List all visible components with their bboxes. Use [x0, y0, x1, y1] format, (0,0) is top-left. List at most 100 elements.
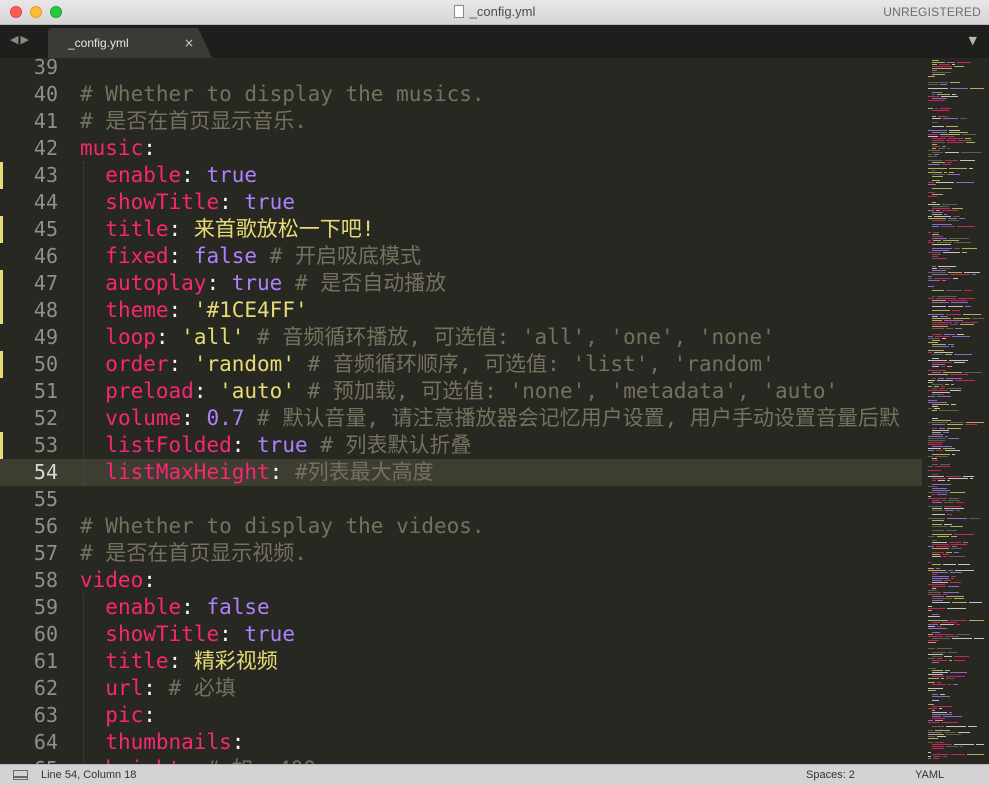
code-token: : [181, 163, 207, 187]
minimap-line [958, 732, 970, 733]
line-number[interactable]: 59 [0, 594, 58, 621]
triangle-left-icon[interactable]: ◀ [10, 33, 20, 46]
minimap-line [932, 454, 950, 455]
code-line[interactable]: listMaxHeight: #列表最大高度 [80, 459, 433, 486]
minimap-line [932, 266, 936, 267]
line-number[interactable]: 49 [0, 324, 58, 351]
line-number[interactable]: 42 [0, 135, 58, 162]
minimap-line [928, 738, 938, 739]
code-line[interactable]: enable: true [80, 162, 257, 189]
line-number[interactable]: 43 [0, 162, 58, 189]
minimap-line [957, 334, 964, 335]
code-editor[interactable]: 39 40 41 42 43 44 45 46 47 48 49 50 51 52 53 54 55 56 57 58… [0, 58, 989, 764]
line-number[interactable]: 40 [0, 81, 58, 108]
line-number[interactable]: 61 [0, 648, 58, 675]
tab-config-yml[interactable]: _config.yml × [48, 28, 212, 58]
minimap-line [932, 578, 949, 579]
minimap-line [932, 258, 947, 259]
line-number[interactable]: 63 [0, 702, 58, 729]
line-number[interactable]: 65 [0, 756, 58, 764]
minimap-line [932, 226, 939, 227]
minimap-line [928, 338, 940, 339]
minimap-line [928, 704, 934, 705]
line-number[interactable]: 47 [0, 270, 58, 297]
line-number[interactable]: 57 [0, 540, 58, 567]
code-line[interactable]: title: 精彩视频 [80, 648, 278, 675]
code-line[interactable]: height: # 如: 400 [80, 756, 316, 764]
code-line[interactable]: pic: [80, 702, 156, 729]
code-token: url [105, 676, 144, 700]
tab-navigation[interactable]: ◀▶ [10, 33, 31, 46]
line-number[interactable]: 39 [0, 58, 58, 81]
code-line[interactable]: thumbnails: [80, 729, 244, 756]
minimap-line [946, 678, 954, 679]
line-number[interactable]: 45 [0, 216, 58, 243]
code-line[interactable]: url: # 必填 [80, 675, 236, 702]
indentation-setting[interactable]: Spaces: 2 [806, 765, 855, 785]
code-line[interactable]: # Whether to display the videos. [80, 513, 485, 540]
code-line[interactable]: loop: 'all' # 音频循环播放, 可选值: 'all', 'one',… [80, 324, 774, 351]
code-line[interactable]: listFolded: true # 列表默认折叠 [80, 432, 471, 459]
code-line[interactable]: fixed: false # 开启吸底模式 [80, 243, 421, 270]
line-number[interactable]: 54 [0, 459, 58, 486]
minimap-line [937, 380, 953, 381]
line-number[interactable]: 48 [0, 297, 58, 324]
code-token: showTitle [105, 190, 220, 214]
minimap-line [943, 240, 959, 241]
code-token: # 音频循环顺序, 可选值: 'list', 'random' [294, 352, 775, 376]
minimap-line [928, 626, 935, 627]
line-number[interactable]: 60 [0, 621, 58, 648]
code-area[interactable]: # Whether to display the musics. # 是否在首页显… [80, 58, 922, 764]
code-line[interactable]: order: 'random' # 音频循环顺序, 可选值: 'list', '… [80, 351, 775, 378]
code-line[interactable]: preload: 'auto' # 预加载, 可选值: 'none', 'met… [80, 378, 838, 405]
line-number[interactable]: 62 [0, 675, 58, 702]
minimap-line [937, 296, 957, 297]
code-line[interactable]: music: [80, 135, 156, 162]
code-line[interactable]: volume: 0.7 # 默认音量, 请注意播放器会记忆用户设置, 用户手动设… [80, 405, 900, 432]
code-line[interactable]: video: [80, 567, 156, 594]
minimap-line [932, 490, 950, 491]
minimap-line [943, 118, 958, 119]
line-number[interactable]: 55 [0, 486, 58, 513]
line-number[interactable]: 50 [0, 351, 58, 378]
code-line[interactable]: theme: '#1CE4FF' [80, 297, 307, 324]
minimap-line [941, 678, 944, 679]
minimap-line [935, 720, 943, 721]
line-number[interactable]: 52 [0, 405, 58, 432]
code-line[interactable]: showTitle: true [80, 621, 295, 648]
tab-list-chevron-down-icon[interactable]: ▼ [969, 34, 977, 47]
line-number[interactable]: 41 [0, 108, 58, 135]
line-number-gutter[interactable]: 39 40 41 42 43 44 45 46 47 48 49 50 51 52 53 54 55 56 57 58… [0, 58, 66, 764]
code-line[interactable]: # 是否在首页显示视频. [80, 540, 307, 567]
code-line[interactable]: # Whether to display the musics. [80, 81, 485, 108]
minimap-line [932, 202, 936, 203]
document-icon [453, 5, 464, 18]
tab-close-icon[interactable]: × [184, 28, 194, 58]
line-number[interactable]: 51 [0, 378, 58, 405]
minimap-line [932, 710, 935, 711]
code-line[interactable]: title: 来首歌放松一下吧! [80, 216, 374, 243]
minimap-line [937, 536, 949, 537]
minimap-line [943, 252, 960, 253]
syntax-mode[interactable]: YAML [915, 765, 944, 785]
minimap-line [952, 546, 957, 547]
minimap-line [932, 68, 952, 69]
line-number[interactable]: 53 [0, 432, 58, 459]
minimap-line [928, 608, 945, 609]
line-number[interactable]: 56 [0, 513, 58, 540]
line-number[interactable]: 64 [0, 729, 58, 756]
triangle-right-icon[interactable]: ▶ [20, 33, 30, 46]
console-panel-icon[interactable] [13, 770, 28, 780]
line-number[interactable]: 58 [0, 567, 58, 594]
minimap-line [932, 66, 952, 67]
code-line[interactable]: enable: false [80, 594, 269, 621]
line-number[interactable]: 46 [0, 243, 58, 270]
minimap[interactable] [922, 58, 989, 764]
minimap-line [932, 754, 949, 755]
line-number[interactable]: 44 [0, 189, 58, 216]
code-line[interactable]: showTitle: true [80, 189, 295, 216]
code-line[interactable]: autoplay: true # 是否自动播放 [80, 270, 446, 297]
minimap-line [951, 384, 954, 385]
code-line[interactable]: # 是否在首页显示音乐. [80, 108, 307, 135]
